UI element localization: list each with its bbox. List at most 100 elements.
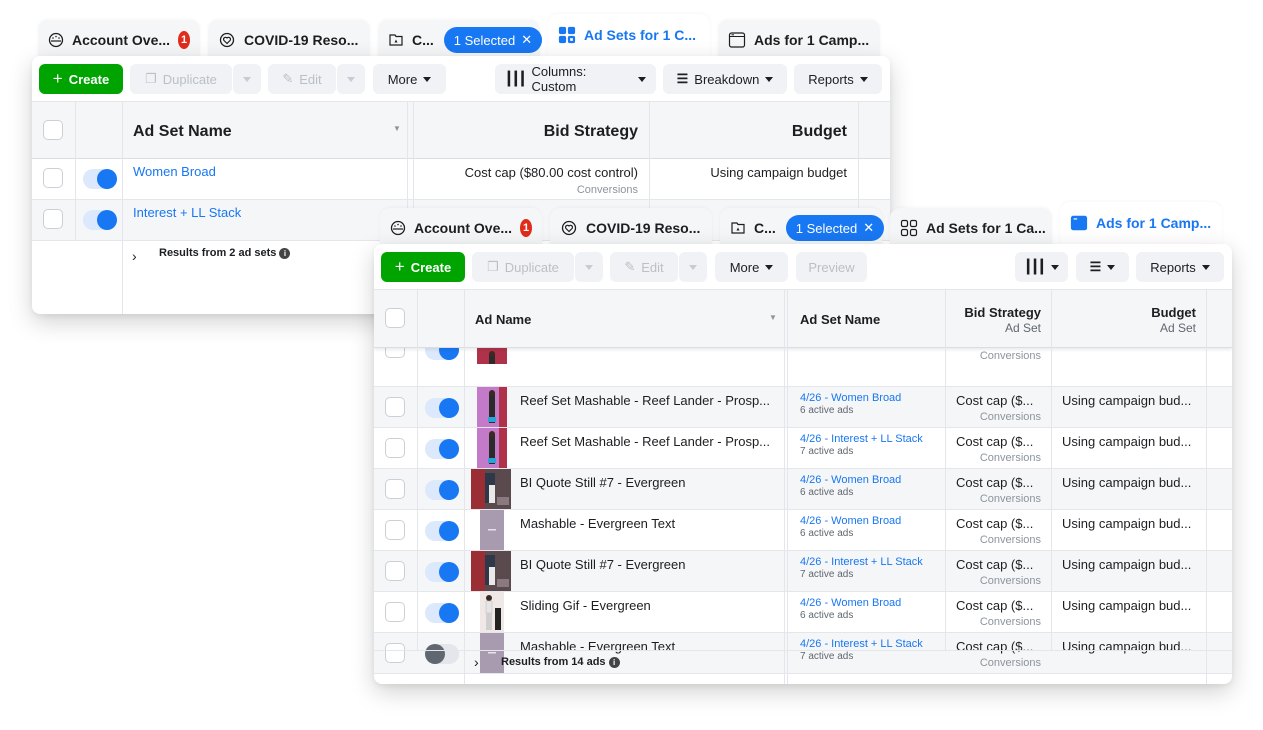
select-all-checkbox[interactable]: [43, 120, 63, 140]
tab-account-overview[interactable]: Account Ove... 1: [380, 208, 542, 248]
toggle-switch[interactable]: [83, 169, 117, 189]
column-header-bid-strategy[interactable]: Bid Strategy: [946, 305, 1041, 320]
tab-ads[interactable]: Ads for 1 Camp...: [1060, 202, 1222, 244]
toggle-switch[interactable]: [425, 603, 459, 623]
row-checkbox[interactable]: [385, 561, 405, 581]
tab-account-overview[interactable]: Account Ove... 1: [38, 20, 200, 60]
tab-ad-sets[interactable]: Ad Sets for 1 C...: [548, 14, 710, 56]
ad-thumbnail: [477, 428, 507, 468]
toggle-switch[interactable]: [425, 439, 459, 459]
toggle-switch[interactable]: [425, 644, 459, 664]
columns-icon: ┃┃┃: [505, 71, 527, 86]
notification-badge: 1: [520, 219, 532, 237]
row-checkbox[interactable]: [385, 438, 405, 458]
row-checkbox[interactable]: [385, 602, 405, 622]
tab-label: Ads for 1 Camp...: [1096, 215, 1212, 231]
ad-set-link[interactable]: 4/26 - Interest + LL Stack: [800, 638, 923, 650]
duplicate-button[interactable]: ❐ Duplicate: [130, 64, 232, 94]
edit-dropdown[interactable]: [337, 64, 365, 94]
column-divider: [784, 290, 785, 684]
tab-campaigns[interactable]: C... 1 Selected ✕: [720, 208, 885, 248]
selected-pill[interactable]: 1 Selected ✕: [785, 215, 885, 241]
ad-name[interactable]: BI Quote Still #7 - Evergreen: [520, 475, 685, 490]
folder-icon: [730, 219, 746, 237]
reports-button[interactable]: Reports: [794, 64, 882, 94]
budget-value: Using campaign budget: [710, 165, 847, 180]
info-icon[interactable]: i: [279, 248, 291, 259]
more-button[interactable]: More: [373, 64, 446, 94]
ad-name[interactable]: Reef Set Mashable - Reef Lander - Prosp.…: [520, 434, 770, 449]
sort-icon[interactable]: ▼: [393, 124, 401, 133]
row-checkbox[interactable]: [43, 209, 63, 229]
ad-set-link[interactable]: Interest + LL Stack: [133, 205, 241, 220]
tab-ads[interactable]: Ads for 1 Camp...: [718, 20, 880, 60]
column-header-budget[interactable]: Budget: [652, 123, 847, 141]
budget-value: Using campaign bud...: [1062, 434, 1192, 449]
ad-name[interactable]: Mashable - Evergreen Text: [520, 639, 675, 654]
table-row[interactable]: Reef Set Mashable - Reef Lander - Prosp.…: [374, 387, 1232, 428]
toggle-switch[interactable]: [425, 398, 459, 418]
ad-set-link[interactable]: 4/26 - Interest + LL Stack: [800, 556, 923, 568]
ad-set-link[interactable]: 4/26 - Women Broad: [800, 515, 901, 527]
column-divider: [1206, 290, 1207, 684]
budget-value: Using campaign bud...: [1062, 639, 1192, 654]
table-row[interactable]: BI Quote Still #7 - Evergreen 4/26 - Inte…: [374, 551, 1232, 592]
close-icon[interactable]: ✕: [863, 220, 874, 236]
tab-ad-sets[interactable]: Ad Sets for 1 Ca...: [890, 208, 1052, 248]
toggle-knob: [439, 398, 459, 418]
close-icon[interactable]: ✕: [521, 32, 532, 48]
toggle-knob: [439, 480, 459, 500]
caret-down-icon: [423, 76, 432, 82]
footer-divider: [374, 650, 1232, 651]
duplicate-dropdown[interactable]: [233, 64, 261, 94]
row-checkbox[interactable]: [385, 520, 405, 540]
column-header-bid-strategy[interactable]: Bid Strategy: [417, 123, 638, 141]
edit-button[interactable]: ✎ Edit: [268, 64, 336, 94]
ad-name[interactable]: Reef Set Mashable - Reef Lander - Prosp.…: [520, 393, 770, 408]
toggle-switch[interactable]: [83, 210, 117, 230]
row-checkbox[interactable]: [385, 479, 405, 499]
tab-covid-resources[interactable]: COVID-19 Reso...: [550, 208, 712, 248]
selected-pill[interactable]: 1 Selected ✕: [443, 27, 543, 53]
ad-name[interactable]: Mashable - Evergreen Text: [520, 516, 675, 531]
table-row[interactable]: Sliding Gif - Evergreen 4/26 - Women Broa…: [374, 592, 1232, 633]
ad-set-link[interactable]: Women Broad: [133, 164, 216, 179]
caret-down-icon: [765, 76, 774, 82]
tab-campaigns[interactable]: C... 1 Selected ✕: [378, 20, 543, 60]
column-header-ad-name[interactable]: Ad Name: [475, 312, 531, 327]
column-header-ad-set-name[interactable]: Ad Set Name: [800, 312, 880, 327]
ad-thumbnail: [477, 387, 507, 427]
select-all-checkbox[interactable]: [385, 308, 405, 328]
ad-name[interactable]: BI Quote Still #7 - Evergreen: [520, 557, 685, 572]
toggle-knob: [439, 603, 459, 623]
info-icon[interactable]: i: [608, 657, 620, 668]
toggle-switch[interactable]: [425, 562, 459, 582]
ad-set-link[interactable]: 4/26 - Women Broad: [800, 597, 901, 609]
create-button[interactable]: + Create: [39, 64, 123, 94]
expand-chevron-icon[interactable]: ›: [474, 654, 479, 670]
row-checkbox[interactable]: [385, 643, 405, 663]
toggle-knob: [439, 521, 459, 541]
toggle-switch[interactable]: [425, 480, 459, 500]
column-header-bid-strategy-sub: Ad Set: [1004, 321, 1041, 335]
table-row[interactable]: Mashable - Evergreen Text 4/26 - Women Br…: [374, 510, 1232, 551]
expand-chevron-icon[interactable]: ›: [132, 248, 137, 264]
column-header-budget[interactable]: Budget: [1054, 305, 1196, 320]
ad-set-link[interactable]: 4/26 - Women Broad: [800, 392, 901, 404]
breakdown-button[interactable]: ☰ Breakdown: [663, 64, 787, 94]
ad-set-link[interactable]: 4/26 - Interest + LL Stack: [800, 433, 923, 445]
row-checkbox[interactable]: [385, 397, 405, 417]
ad-name[interactable]: Sliding Gif - Evergreen: [520, 598, 651, 613]
ad-set-link[interactable]: 4/26 - Women Broad: [800, 474, 901, 486]
row-checkbox[interactable]: [43, 168, 63, 188]
reports-label: Reports: [808, 71, 854, 87]
column-header-ad-set-name[interactable]: Ad Set Name: [133, 123, 232, 141]
table-row[interactable]: BI Quote Still #7 - Evergreen 4/26 - Wome…: [374, 469, 1232, 510]
toggle-knob: [439, 562, 459, 582]
toggle-switch[interactable]: [425, 521, 459, 541]
tab-covid-resources[interactable]: COVID-19 Reso...: [208, 20, 370, 60]
columns-button[interactable]: ┃┃┃ Columns: Custom: [495, 64, 656, 94]
sort-icon[interactable]: ▼: [769, 313, 777, 322]
table-row[interactable]: Reef Set Mashable - Reef Lander - Prosp.…: [374, 428, 1232, 469]
column-header-budget-sub: Ad Set: [1159, 321, 1196, 335]
